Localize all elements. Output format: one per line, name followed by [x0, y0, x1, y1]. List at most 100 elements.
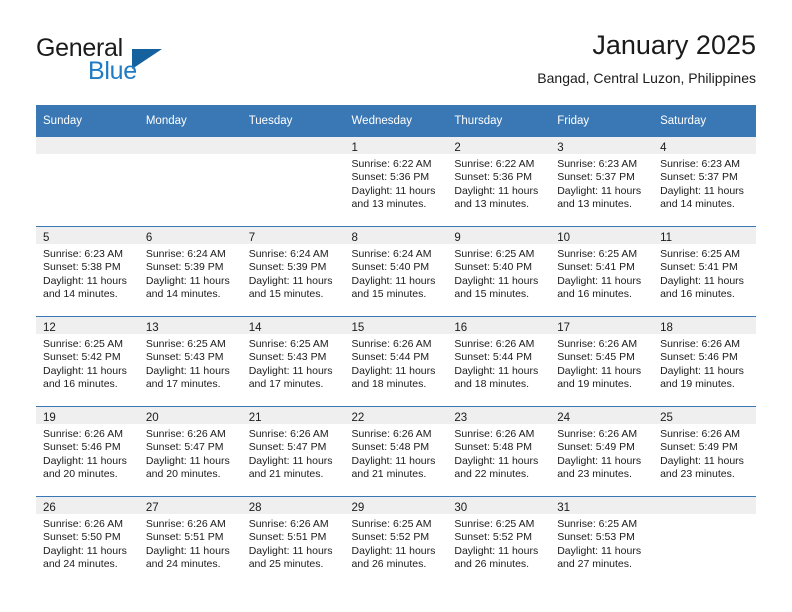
calendar-day-cell[interactable]: 10 Sunrise: 6:25 AM Sunset: 5:41 PM Dayligh… — [550, 226, 654, 317]
calendar-cell-inner: 24 Sunrise: 6:26 AM Sunset: 5:49 PM Dayligh… — [550, 407, 654, 496]
sunset-text: Sunset: 5:37 PM — [557, 171, 635, 184]
sunrise-text: Sunrise: 6:24 AM — [248, 248, 329, 260]
calendar-day-cell[interactable]: 13 Sunrise: 6:25 AM Sunset: 5:43 PM Dayligh… — [138, 316, 242, 407]
daylight-text: Daylight: 11 hours and 19 minutes. — [557, 364, 642, 391]
day-number-band — [36, 137, 139, 154]
calendar-day-cell[interactable]: 20 Sunrise: 6:26 AM Sunset: 5:47 PM Dayligh… — [138, 406, 242, 497]
sunset-text: Sunset: 5:47 PM — [248, 441, 327, 454]
calendar-day-cell[interactable]: 31 Sunrise: 6:25 AM Sunset: 5:53 PM Dayligh… — [550, 496, 654, 586]
calendar-cell-inner: 20 Sunrise: 6:26 AM Sunset: 5:47 PM Dayligh… — [138, 407, 242, 496]
day-number: 26 — [43, 502, 56, 514]
calendar-cell-inner: 30 Sunrise: 6:25 AM Sunset: 5:52 PM Dayligh… — [447, 497, 551, 586]
calendar-day-cell[interactable]: 16 Sunrise: 6:26 AM Sunset: 5:44 PM Dayligh… — [447, 316, 551, 407]
day-number: 27 — [145, 502, 159, 514]
calendar-day-cell[interactable]: 19 Sunrise: 6:26 AM Sunset: 5:46 PM Dayligh… — [36, 406, 139, 497]
calendar-cell-empty — [36, 137, 139, 227]
sunset-text: Sunset: 5:40 PM — [454, 261, 533, 274]
sunrise-text: Sunrise: 6:25 AM — [660, 248, 741, 260]
calendar-day-cell[interactable]: 2 Sunrise: 6:22 AM Sunset: 5:36 PM Daylight… — [447, 137, 551, 227]
calendar-day-cell[interactable]: 21 Sunrise: 6:26 AM Sunset: 5:47 PM Dayligh… — [241, 406, 345, 497]
sunset-text: Sunset: 5:43 PM — [145, 351, 224, 364]
calendar-cell-inner — [241, 137, 345, 226]
calendar-day-cell[interactable]: 14 Sunrise: 6:25 AM Sunset: 5:43 PM Dayligh… — [241, 316, 345, 407]
calendar-cell-inner: 10 Sunrise: 6:25 AM Sunset: 5:41 PM Dayligh… — [550, 227, 654, 316]
calendar-day-cell[interactable]: 11 Sunrise: 6:25 AM Sunset: 5:41 PM Dayligh… — [653, 226, 756, 317]
sunset-text: Sunset: 5:50 PM — [43, 531, 121, 544]
daylight-text: Daylight: 11 hours and 20 minutes. — [145, 454, 230, 481]
day-details: Sunrise: 6:23 AM Sunset: 5:38 PM Daylight:… — [36, 244, 139, 302]
daylight-text: Daylight: 11 hours and 26 minutes. — [454, 544, 539, 571]
calendar-day-cell[interactable]: 23 Sunrise: 6:26 AM Sunset: 5:48 PM Dayligh… — [447, 406, 551, 497]
calendar-page: General Blue January 2025 Bangad, Centra… — [0, 0, 792, 612]
daylight-text: Daylight: 11 hours and 13 minutes. — [351, 184, 436, 211]
day-details: Sunrise: 6:24 AM Sunset: 5:39 PM Daylight:… — [139, 244, 242, 302]
day-number-band: 10 — [550, 227, 654, 244]
calendar-day-cell[interactable]: 30 Sunrise: 6:25 AM Sunset: 5:52 PM Dayligh… — [447, 496, 551, 586]
day-details: Sunrise: 6:26 AM Sunset: 5:50 PM Daylight:… — [36, 514, 139, 572]
calendar-day-cell[interactable]: 7 Sunrise: 6:24 AM Sunset: 5:39 PM Daylight… — [241, 226, 345, 317]
calendar-day-cell[interactable]: 27 Sunrise: 6:26 AM Sunset: 5:51 PM Dayligh… — [138, 496, 242, 586]
calendar-day-cell[interactable]: 8 Sunrise: 6:24 AM Sunset: 5:40 PM Daylight… — [344, 226, 448, 317]
day-number-band: 9 — [447, 227, 551, 244]
calendar-body: 1 Sunrise: 6:22 AM Sunset: 5:36 PM Daylight… — [36, 137, 756, 586]
day-details: Sunrise: 6:26 AM Sunset: 5:46 PM Daylight:… — [36, 424, 139, 482]
day-number-band: 15 — [344, 317, 448, 334]
calendar-day-cell[interactable]: 26 Sunrise: 6:26 AM Sunset: 5:50 PM Dayligh… — [36, 496, 139, 586]
day-number-band: 8 — [344, 227, 448, 244]
day-number: 3 — [557, 142, 564, 154]
sunrise-text: Sunrise: 6:25 AM — [145, 338, 226, 350]
day-details: Sunrise: 6:26 AM Sunset: 5:44 PM Daylight:… — [447, 334, 550, 392]
weekday-header-thursday: Thursday — [447, 105, 551, 137]
weekday-header-friday: Friday — [550, 105, 654, 137]
day-number-band: 23 — [447, 407, 551, 424]
calendar-day-cell[interactable]: 24 Sunrise: 6:26 AM Sunset: 5:49 PM Dayligh… — [550, 406, 654, 497]
calendar-day-cell[interactable]: 9 Sunrise: 6:25 AM Sunset: 5:40 PM Daylight… — [447, 226, 551, 317]
sunrise-text: Sunrise: 6:25 AM — [248, 338, 329, 350]
day-details: Sunrise: 6:24 AM Sunset: 5:40 PM Daylight:… — [345, 244, 448, 302]
weekday-header-tuesday: Tuesday — [241, 105, 345, 137]
calendar-day-cell[interactable]: 25 Sunrise: 6:26 AM Sunset: 5:49 PM Dayligh… — [653, 406, 756, 497]
calendar-day-cell[interactable]: 28 Sunrise: 6:26 AM Sunset: 5:51 PM Dayligh… — [241, 496, 345, 586]
calendar-day-cell[interactable]: 22 Sunrise: 6:26 AM Sunset: 5:48 PM Dayligh… — [344, 406, 448, 497]
day-details: Sunrise: 6:25 AM Sunset: 5:41 PM Daylight:… — [550, 244, 653, 302]
calendar-day-cell[interactable]: 12 Sunrise: 6:25 AM Sunset: 5:42 PM Dayligh… — [36, 316, 139, 407]
calendar-cell-inner — [36, 137, 139, 226]
day-details: Sunrise: 6:25 AM Sunset: 5:42 PM Daylight:… — [36, 334, 139, 392]
day-number-band: 28 — [241, 497, 345, 514]
calendar-day-cell[interactable]: 17 Sunrise: 6:26 AM Sunset: 5:45 PM Dayligh… — [550, 316, 654, 407]
calendar-day-cell[interactable]: 5 Sunrise: 6:23 AM Sunset: 5:38 PM Daylight… — [36, 226, 139, 317]
calendar-day-cell[interactable]: 1 Sunrise: 6:22 AM Sunset: 5:36 PM Daylight… — [344, 137, 448, 227]
calendar-day-cell[interactable]: 15 Sunrise: 6:26 AM Sunset: 5:44 PM Dayligh… — [344, 316, 448, 407]
calendar-day-cell[interactable]: 29 Sunrise: 6:25 AM Sunset: 5:52 PM Dayligh… — [344, 496, 448, 586]
daylight-text: Daylight: 11 hours and 18 minutes. — [454, 364, 539, 391]
calendar-cell-inner: 5 Sunrise: 6:23 AM Sunset: 5:38 PM Daylight… — [36, 227, 139, 316]
daylight-text: Daylight: 11 hours and 26 minutes. — [351, 544, 436, 571]
day-number-band: 18 — [653, 317, 756, 334]
sunset-text: Sunset: 5:48 PM — [454, 441, 533, 454]
day-number: 20 — [145, 412, 159, 424]
calendar-cell-empty — [241, 137, 345, 227]
day-details — [139, 154, 242, 158]
day-number: 6 — [145, 232, 153, 244]
sunset-text: Sunset: 5:52 PM — [351, 531, 430, 544]
calendar-day-cell[interactable]: 3 Sunrise: 6:23 AM Sunset: 5:37 PM Daylight… — [550, 137, 654, 227]
sunset-text: Sunset: 5:49 PM — [660, 441, 738, 454]
day-details: Sunrise: 6:26 AM Sunset: 5:49 PM Daylight:… — [653, 424, 756, 482]
daylight-text: Daylight: 11 hours and 14 minutes. — [660, 184, 744, 211]
daylight-text: Daylight: 11 hours and 15 minutes. — [248, 274, 333, 301]
calendar-cell-empty — [653, 496, 756, 586]
day-number-band: 3 — [550, 137, 654, 154]
daylight-text: Daylight: 11 hours and 13 minutes. — [454, 184, 539, 211]
general-blue-logo[interactable]: General Blue — [36, 34, 236, 90]
daylight-text: Daylight: 11 hours and 18 minutes. — [351, 364, 436, 391]
calendar-day-cell[interactable]: 18 Sunrise: 6:26 AM Sunset: 5:46 PM Dayligh… — [653, 316, 756, 407]
sunrise-text: Sunrise: 6:26 AM — [660, 338, 741, 350]
day-number: 31 — [557, 502, 571, 514]
page-title: January 2025 — [592, 30, 756, 60]
day-number: 25 — [660, 412, 673, 424]
calendar-day-cell[interactable]: 6 Sunrise: 6:24 AM Sunset: 5:39 PM Daylight… — [138, 226, 242, 317]
calendar-day-cell[interactable]: 4 Sunrise: 6:23 AM Sunset: 5:37 PM Daylight… — [653, 137, 756, 227]
sunrise-text: Sunrise: 6:26 AM — [454, 338, 535, 350]
day-number-band: 14 — [241, 317, 345, 334]
calendar-cell-inner: 6 Sunrise: 6:24 AM Sunset: 5:39 PM Daylight… — [138, 227, 242, 316]
